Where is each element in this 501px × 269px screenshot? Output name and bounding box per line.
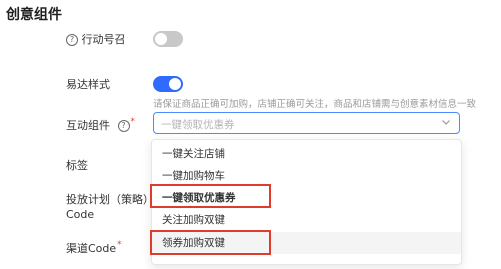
help-circle-icon[interactable]: ? [117,120,130,132]
easy-style-label: 易达样式 [66,78,110,91]
help-circle-icon[interactable]: ? [66,34,78,46]
toggle-knob [155,33,167,45]
action-call-toggle[interactable] [153,31,183,47]
required-mark: * [130,117,136,127]
dropdown-option-follow-add[interactable]: 关注加购双键 [152,209,461,231]
hint-text: 请保证商品正确可加购，店铺正确可关注，商品和店铺需与创意素材信息一致 [153,99,477,110]
interactive-component-select[interactable]: 一键领取优惠券 [153,112,460,134]
plan-code-label-line2: Code [66,208,95,221]
highlight-box [150,230,271,255]
channel-code-label-group: 渠道Code* [66,240,122,256]
channel-code-label: 渠道Code [66,242,117,255]
interactive-label-group: 互动组件 ? * [66,117,135,133]
interactive-label: 互动组件 [66,119,110,132]
dropdown-option-follow-store[interactable]: 一键关注店铺 [152,143,461,165]
action-call-label: 行动号召 [81,33,126,46]
chevron-down-icon [442,120,450,125]
select-placeholder: 一键领取优惠券 [161,119,235,131]
plan-code-label-line1: 投放计划（策略） [66,193,154,206]
required-mark: * [117,240,122,250]
tag-label: 标签 [66,159,88,172]
highlight-box [150,184,271,208]
easy-style-toggle[interactable] [153,76,183,92]
toggle-knob [169,78,181,90]
action-call-label-group: ? 行动号召 [66,31,126,47]
plan-code-label-group: 投放计划（策略） Code [66,192,154,222]
section-title: 创意组件 [6,7,62,23]
